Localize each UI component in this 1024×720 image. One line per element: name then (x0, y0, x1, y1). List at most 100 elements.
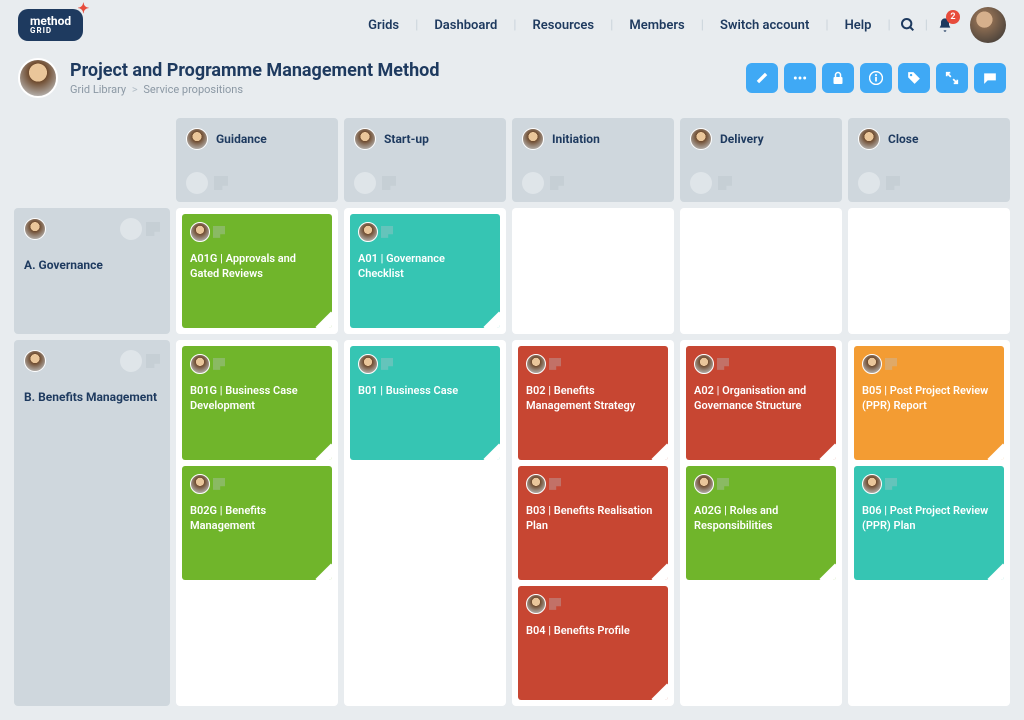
more-button[interactable] (784, 63, 816, 93)
flag-icon (213, 358, 225, 370)
flag-icon (885, 358, 897, 370)
search-icon[interactable] (899, 16, 917, 34)
card-a01g[interactable]: A01G | Approvals and Gated Reviews (182, 214, 332, 328)
logo-sub: GRID (30, 27, 71, 35)
flag-icon (549, 598, 561, 610)
actionbar (746, 63, 1006, 93)
card-title: B06 | Post Project Review (PPR) Plan (862, 504, 996, 534)
row-label: B. Benefits Management (24, 390, 160, 404)
card-b04[interactable]: B04 | Benefits Profile (518, 586, 668, 700)
avatar-icon (690, 128, 712, 150)
card-title: B04 | Benefits Profile (526, 624, 660, 639)
flag-icon (717, 358, 729, 370)
avatar-icon (526, 474, 546, 494)
avatar-icon (190, 474, 210, 494)
placeholder-circle-icon (120, 350, 142, 372)
col-header-startup[interactable]: Start-up (344, 118, 506, 202)
cell-governance-close (848, 208, 1010, 334)
avatar-icon (694, 354, 714, 374)
col-label: Delivery (720, 132, 764, 146)
logo[interactable]: ✦ method GRID (18, 9, 83, 42)
card-a02g[interactable]: A02G | Roles and Responsibilities (686, 466, 836, 580)
avatar-icon (522, 128, 544, 150)
title-stack: Project and Programme Management Method … (70, 60, 746, 96)
card-b02[interactable]: B02 | Benefits Management Strategy (518, 346, 668, 460)
flag-icon (213, 226, 225, 238)
avatar-icon (190, 222, 210, 242)
nav-switch-account[interactable]: Switch account (712, 18, 817, 33)
col-label: Close (888, 132, 918, 146)
card-a02[interactable]: A02 | Organisation and Governance Struct… (686, 346, 836, 460)
card-b01[interactable]: B01 | Business Case (350, 346, 500, 460)
grid-owner-avatar[interactable] (18, 58, 58, 98)
cell-governance-delivery (680, 208, 842, 334)
placeholder-circle-icon (354, 172, 376, 194)
card-title: B05 | Post Project Review (PPR) Report (862, 384, 996, 414)
avatar-icon (526, 354, 546, 374)
cell-benefits-initiation: B02 | Benefits Management Strategy B03 |… (512, 340, 674, 706)
card-b01g[interactable]: B01G | Business Case Development (182, 346, 332, 460)
cell-governance-startup: A01 | Governance Checklist (344, 208, 506, 334)
nav-help[interactable]: Help (837, 18, 880, 33)
main-nav: Grids| Dashboard| Resources| Members| Sw… (360, 7, 1006, 43)
comment-button[interactable] (974, 63, 1006, 93)
flag-icon (718, 176, 732, 190)
card-title: A01G | Approvals and Gated Reviews (190, 252, 324, 282)
placeholder-circle-icon (186, 172, 208, 194)
flag-icon (717, 478, 729, 490)
row-header-governance[interactable]: A. Governance (14, 208, 170, 334)
cell-benefits-startup: B01 | Business Case (344, 340, 506, 706)
col-header-delivery[interactable]: Delivery (680, 118, 842, 202)
flag-icon (381, 226, 393, 238)
cell-benefits-guidance: B01G | Business Case Development B02G | … (176, 340, 338, 706)
col-header-close[interactable]: Close (848, 118, 1010, 202)
flag-icon (382, 176, 396, 190)
row-header-benefits[interactable]: B. Benefits Management (14, 340, 170, 706)
card-title: A02 | Organisation and Governance Struct… (694, 384, 828, 414)
avatar-icon (190, 354, 210, 374)
avatar-icon (526, 594, 546, 614)
card-b03[interactable]: B03 | Benefits Realisation Plan (518, 466, 668, 580)
avatar-icon (862, 474, 882, 494)
logo-burst-icon: ✦ (77, 2, 89, 17)
nav-members[interactable]: Members (621, 18, 692, 33)
flag-icon (214, 176, 228, 190)
flag-icon (146, 222, 160, 236)
card-b02g[interactable]: B02G | Benefits Management (182, 466, 332, 580)
col-label: Initiation (552, 132, 600, 146)
notif-badge: 2 (946, 10, 960, 24)
avatar-icon (358, 354, 378, 374)
grid-row-governance: A. Governance A01G | Approvals and Gated… (14, 208, 1010, 334)
nav-dashboard[interactable]: Dashboard (426, 18, 505, 33)
card-a01[interactable]: A01 | Governance Checklist (350, 214, 500, 328)
crumb-current[interactable]: Service propositions (143, 83, 243, 96)
nav-resources[interactable]: Resources (525, 18, 603, 33)
avatar-icon (186, 128, 208, 150)
lock-button[interactable] (822, 63, 854, 93)
card-b05[interactable]: B05 | Post Project Review (PPR) Report (854, 346, 1004, 460)
info-button[interactable] (860, 63, 892, 93)
nav-grids[interactable]: Grids (360, 18, 407, 33)
tag-button[interactable] (898, 63, 930, 93)
notifications-icon[interactable]: 2 (936, 16, 954, 34)
grid-area: Guidance Start-up Initiation Delivery Cl… (0, 110, 1024, 720)
crumb-library[interactable]: Grid Library (70, 83, 126, 96)
col-header-initiation[interactable]: Initiation (512, 118, 674, 202)
avatar-icon (358, 222, 378, 242)
col-header-guidance[interactable]: Guidance (176, 118, 338, 202)
flag-icon (885, 478, 897, 490)
avatar-icon (24, 218, 46, 240)
card-title: A01 | Governance Checklist (358, 252, 492, 282)
card-b06[interactable]: B06 | Post Project Review (PPR) Plan (854, 466, 1004, 580)
breadcrumb: Grid Library > Service propositions (70, 83, 746, 96)
expand-button[interactable] (936, 63, 968, 93)
flag-icon (146, 354, 160, 368)
cell-governance-initiation (512, 208, 674, 334)
row-label: A. Governance (24, 258, 160, 272)
corner-spacer (14, 118, 170, 202)
cell-benefits-close: B05 | Post Project Review (PPR) Report B… (848, 340, 1010, 706)
placeholder-circle-icon (120, 218, 142, 240)
profile-avatar[interactable] (970, 7, 1006, 43)
edit-button[interactable] (746, 63, 778, 93)
card-title: B02G | Benefits Management (190, 504, 324, 534)
